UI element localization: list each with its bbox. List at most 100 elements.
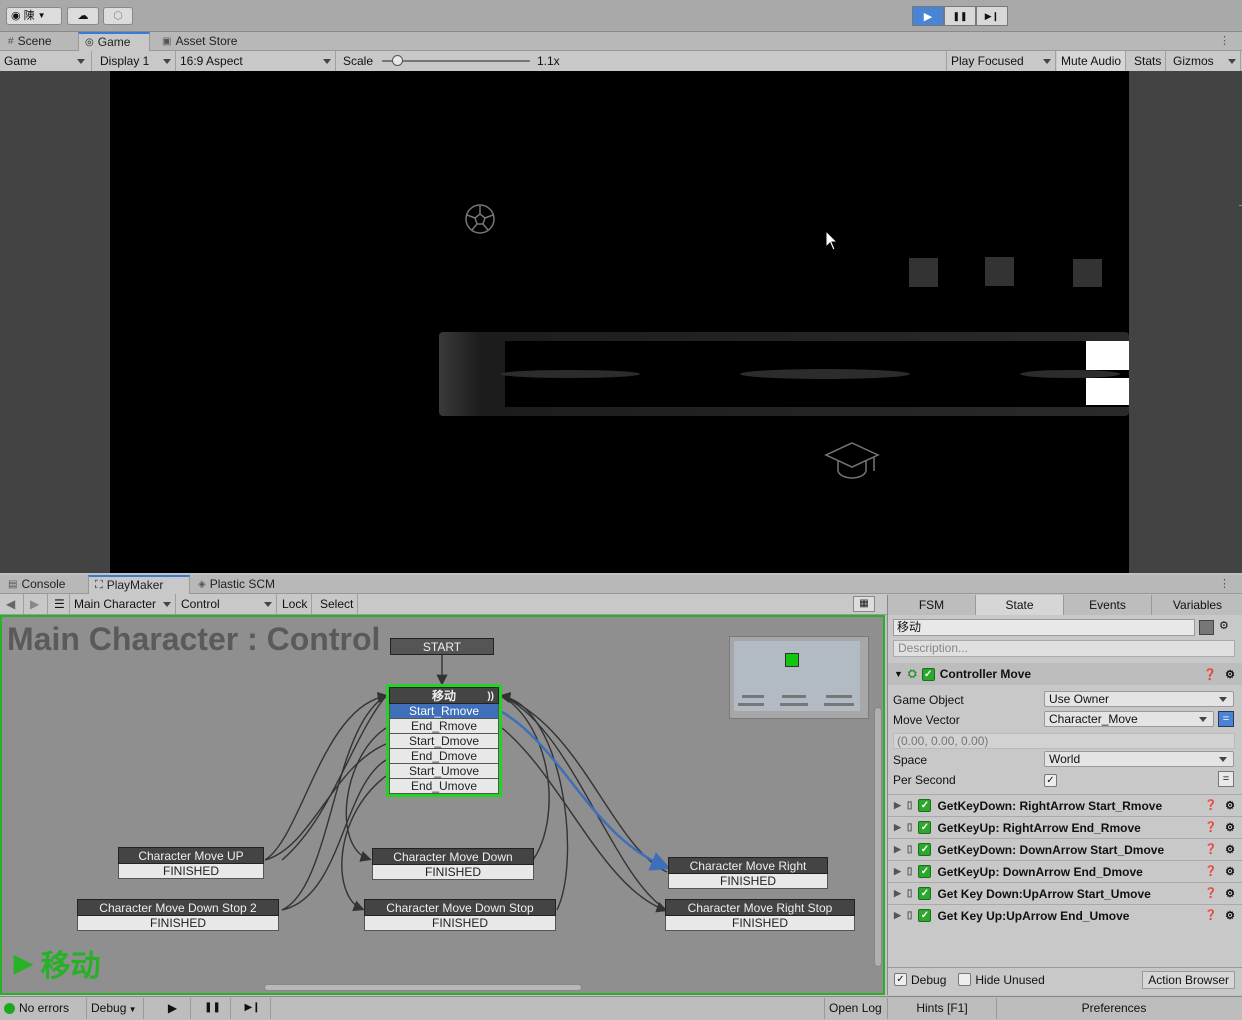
game-viewport[interactable] — [110, 71, 1129, 573]
fsm-graph-canvas[interactable]: Main Character : Control START 移动)) Star — [0, 615, 885, 995]
gear-icon[interactable]: ⚙ — [1225, 799, 1235, 812]
preferences-button[interactable]: Preferences — [998, 998, 1230, 1019]
minimap-toggle-icon[interactable]: ▦ — [853, 596, 875, 612]
fsm-object-dropdown[interactable]: Main Character — [70, 594, 176, 614]
action-row[interactable]: ▶ ▯ ✓ Get Key Up:UpArrow End_Umove ❓ ⚙ — [888, 904, 1242, 926]
action-row[interactable]: ▶ ▯ ✓ GetKeyUp: RightArrow End_Rmove ❓ ⚙ — [888, 816, 1242, 838]
hints-button[interactable]: Hints [F1] — [887, 998, 997, 1019]
help-icon[interactable]: ❓ — [1205, 800, 1217, 811]
tab-scene[interactable]: # Scene — [2, 32, 58, 51]
debug-dropdown[interactable]: Debug ▼ — [86, 998, 144, 1019]
action-row[interactable]: ▶ ▯ ✓ GetKeyUp: DownArrow End_Dmove ❓ ⚙ — [888, 860, 1242, 882]
pause-button[interactable]: ❚❚ — [944, 6, 976, 26]
inspector-tab-variables[interactable]: Variables — [1152, 595, 1242, 615]
enabled-checkbox[interactable]: ✓ — [921, 667, 935, 681]
action-enabled-checkbox[interactable]: ✓ — [918, 843, 932, 856]
tab-playmaker[interactable]: ⛶ PlayMaker — [88, 575, 190, 594]
back-arrow-icon[interactable]: ◀ — [2, 594, 24, 614]
variable-toggle-icon[interactable]: = — [1218, 711, 1234, 727]
fsm-step-button[interactable]: ▶❙ — [235, 998, 271, 1019]
more-menu-icon[interactable]: ⋮ — [1219, 577, 1230, 590]
scrollbar-thumb[interactable] — [874, 707, 882, 967]
mute-audio-toggle[interactable]: Mute Audio — [1057, 51, 1127, 71]
display-dropdown[interactable]: Display 1 — [96, 51, 176, 71]
help-icon[interactable]: ❓ — [1205, 866, 1217, 877]
inspector-tab-fsm[interactable]: FSM — [888, 595, 976, 615]
state-event-row[interactable]: End_Rmove — [389, 719, 499, 734]
open-log-button[interactable]: Open Log — [824, 998, 886, 1019]
vertical-scrollbar[interactable] — [874, 707, 882, 977]
action-row[interactable]: ▶ ▯ ✓ GetKeyDown: RightArrow Start_Rmove ❓ ⚙ — [888, 794, 1242, 816]
gizmos-dropdown[interactable]: Gizmos — [1169, 51, 1241, 71]
tab-console[interactable]: ▤ Console — [2, 575, 71, 594]
gear-icon[interactable]: ⚙ — [1225, 887, 1235, 900]
action-enabled-checkbox[interactable]: ✓ — [918, 799, 932, 812]
more-menu-icon[interactable]: ⋮ — [1219, 34, 1230, 47]
controller-move-header[interactable]: ▼ ⛭ ✓ Controller Move ❓ ⚙ — [888, 663, 1242, 685]
state-event-row[interactable]: End_Umove — [389, 779, 499, 794]
fsm-pause-button[interactable]: ❚❚ — [195, 998, 231, 1019]
debug-checkbox[interactable]: ✓ — [894, 973, 907, 986]
action-browser-button[interactable]: Action Browser — [1142, 971, 1235, 989]
game-object-dropdown[interactable]: Use Owner — [1044, 691, 1234, 707]
inspector-tab-state[interactable]: State — [976, 595, 1064, 615]
scale-slider-thumb[interactable] — [391, 55, 403, 66]
play-button[interactable]: ▶ — [912, 6, 944, 26]
cloud-button[interactable]: ☁ — [67, 7, 99, 25]
description-field[interactable]: Description... — [893, 640, 1235, 657]
state-event-row[interactable]: Start_Dmove — [389, 734, 499, 749]
state-event-row[interactable]: Start_Umove — [389, 764, 499, 779]
stats-toggle[interactable]: Stats — [1130, 51, 1167, 71]
start-node[interactable]: START — [390, 638, 494, 655]
gear-icon[interactable]: ⚙ — [1225, 668, 1235, 681]
gear-icon[interactable]: ⚙ — [1225, 843, 1235, 856]
gear-icon[interactable]: ⚙ — [1225, 821, 1235, 834]
tab-game[interactable]: ◎ Game — [78, 32, 150, 51]
tab-plastic-scm[interactable]: ◈ Plastic SCM — [192, 575, 281, 594]
state-event-row[interactable]: Start_Rmove — [389, 704, 499, 719]
scale-slider[interactable] — [382, 55, 530, 66]
move-vector-dropdown[interactable]: Character_Move — [1044, 711, 1214, 727]
variable-toggle-icon[interactable]: = — [1218, 771, 1234, 787]
gear-icon[interactable]: ⚙ — [1225, 909, 1235, 922]
action-row[interactable]: ▶ ▯ ✓ GetKeyDown: DownArrow Start_Dmove ❓ ⚙ — [888, 838, 1242, 860]
help-icon[interactable]: ❓ — [1205, 822, 1217, 833]
action-enabled-checkbox[interactable]: ✓ — [918, 909, 932, 922]
state-node-move-right[interactable]: Character Move Right FINISHED — [668, 857, 828, 889]
step-button[interactable]: ▶❙ — [976, 6, 1008, 26]
game-view-dropdown[interactable]: Game — [0, 51, 92, 71]
state-node-move-up[interactable]: Character Move UP FINISHED — [118, 847, 264, 879]
tab-asset-store[interactable]: ▣ Asset Store — [156, 32, 243, 51]
state-node-move-down-stop[interactable]: Character Move Down Stop FINISHED — [364, 899, 556, 931]
fsm-select-dropdown[interactable]: Control — [177, 594, 277, 614]
action-enabled-checkbox[interactable]: ✓ — [918, 865, 932, 878]
play-focused-dropdown[interactable]: Play Focused — [946, 51, 1056, 71]
state-node-move-down[interactable]: Character Move Down FINISHED — [372, 848, 534, 880]
space-dropdown[interactable]: World — [1044, 751, 1234, 767]
action-enabled-checkbox[interactable]: ✓ — [918, 887, 932, 900]
help-icon[interactable]: ❓ — [1203, 668, 1217, 681]
main-state-node[interactable]: 移动)) Start_Rmove End_Rmove Start_Dmove E… — [386, 684, 502, 797]
aspect-dropdown[interactable]: 16:9 Aspect — [176, 51, 336, 71]
gear-icon[interactable]: ⚙ — [1225, 865, 1235, 878]
fsm-play-button[interactable]: ▶ — [155, 998, 191, 1019]
hide-unused-checkbox[interactable] — [958, 973, 972, 986]
action-enabled-checkbox[interactable]: ✓ — [918, 821, 932, 834]
state-name-input[interactable]: 移动 — [893, 619, 1195, 636]
menu-icon[interactable]: ☰ — [50, 594, 70, 614]
help-icon[interactable]: ❓ — [1205, 910, 1217, 921]
action-row[interactable]: ▶ ▯ ✓ Get Key Down:UpArrow Start_Umove ❓ ⚙ — [888, 882, 1242, 904]
state-node-move-down-stop-2[interactable]: Character Move Down Stop 2 FINISHED — [77, 899, 279, 931]
account-dropdown[interactable]: ◉ 陳 ▼ — [6, 7, 62, 25]
graph-minimap[interactable] — [729, 636, 869, 719]
state-event-row[interactable]: End_Dmove — [389, 749, 499, 764]
help-icon[interactable]: ❓ — [1205, 888, 1217, 899]
gear-icon[interactable]: ⚙ — [1219, 619, 1229, 632]
collab-button[interactable]: ⬡ — [103, 7, 133, 25]
state-color-swatch[interactable] — [1199, 620, 1214, 635]
select-button[interactable]: Select — [316, 594, 359, 614]
scrollbar-thumb[interactable] — [264, 984, 582, 991]
help-icon[interactable]: ❓ — [1205, 844, 1217, 855]
error-status[interactable]: No errors — [4, 1001, 69, 1015]
horizontal-scrollbar[interactable] — [6, 983, 874, 992]
